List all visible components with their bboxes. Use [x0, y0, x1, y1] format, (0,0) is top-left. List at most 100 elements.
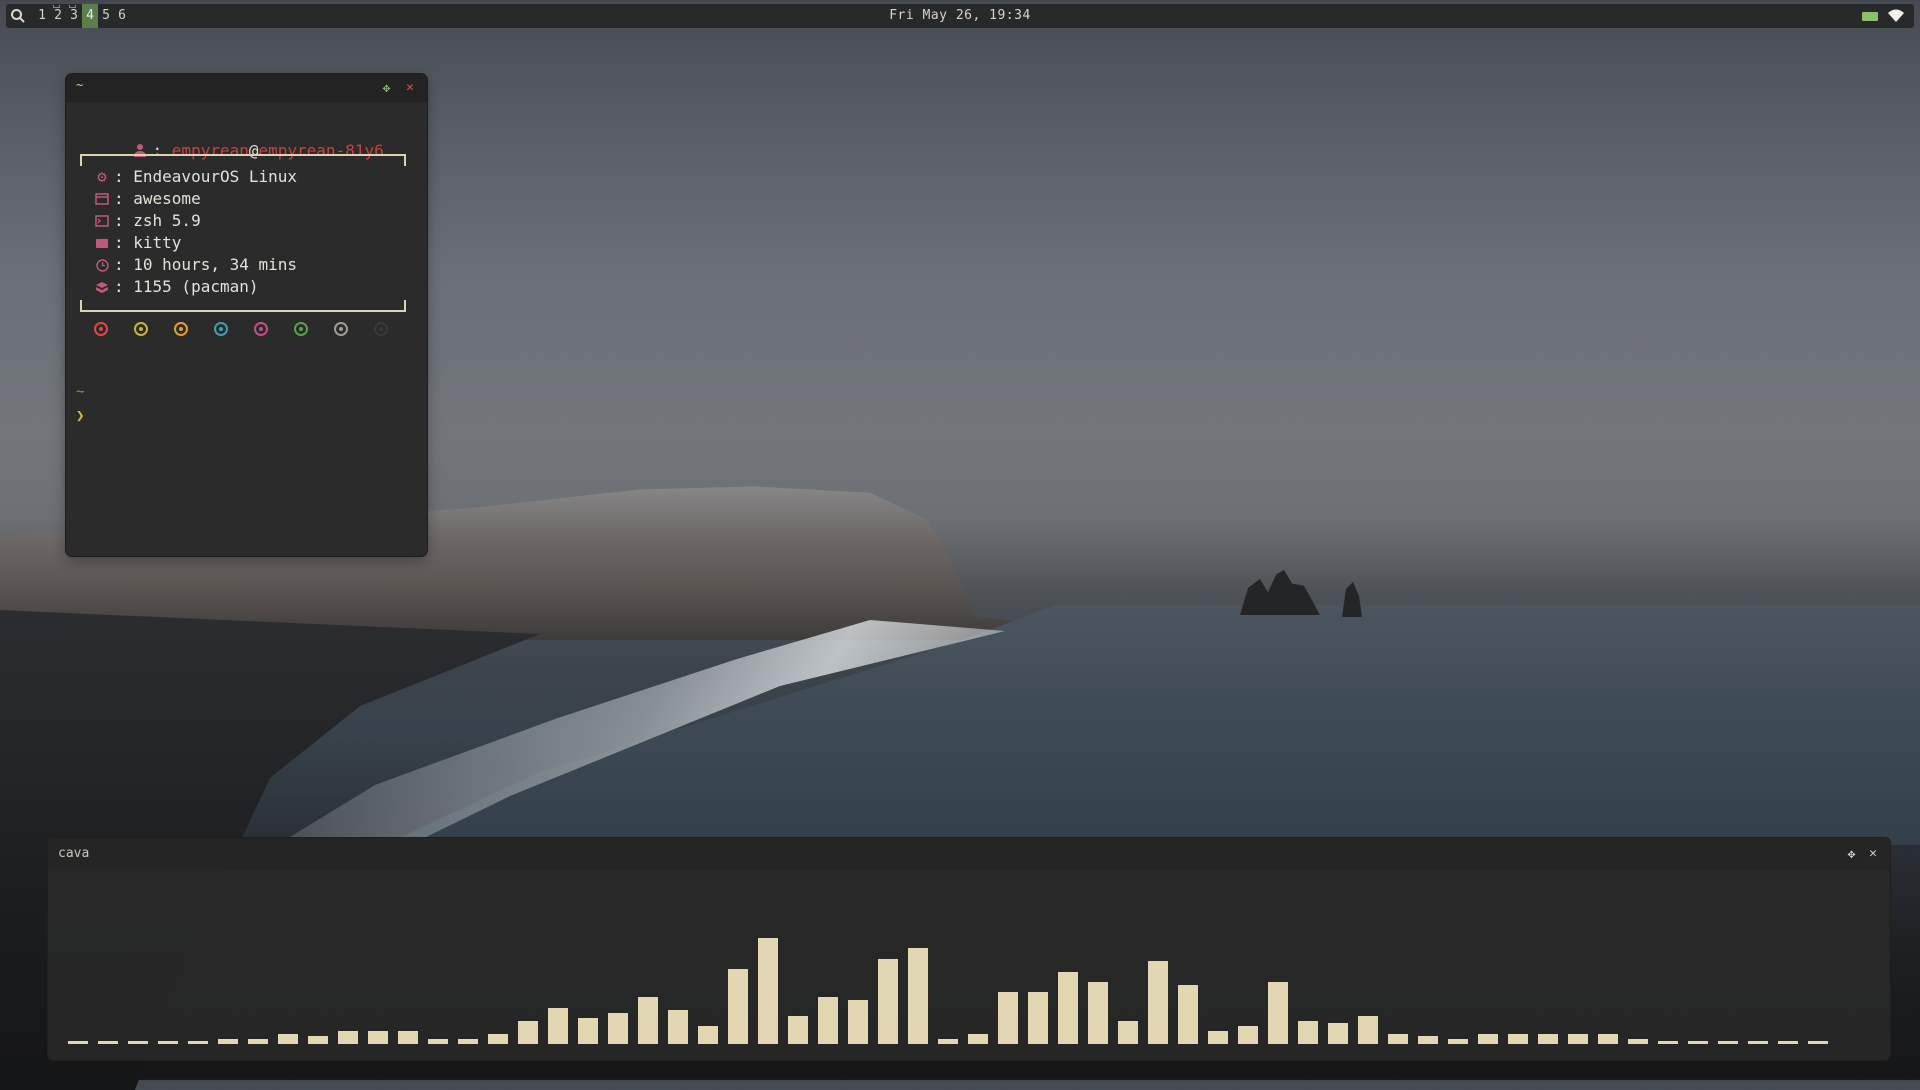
info-value: awesome — [133, 189, 201, 208]
audio-bar — [848, 1000, 868, 1044]
close-icon[interactable]: ✕ — [403, 81, 417, 95]
wifi-icon[interactable] — [1888, 9, 1904, 23]
palette-dot — [254, 322, 268, 336]
audio-bar — [668, 1010, 688, 1044]
audio-bar — [1598, 1034, 1618, 1044]
audio-bar — [188, 1041, 208, 1044]
audio-bar — [1508, 1034, 1528, 1044]
audio-bar — [1748, 1041, 1768, 1044]
gear-icon: ⚙ — [97, 167, 107, 186]
audio-bar — [1658, 1041, 1678, 1044]
audio-bar — [908, 948, 928, 1044]
audio-bar — [608, 1013, 628, 1044]
audio-bar — [158, 1041, 178, 1044]
audio-bar — [1358, 1016, 1378, 1044]
fetch-info-box: ⚙: EndeavourOS Linux : awesome : zsh 5.9… — [80, 154, 406, 312]
prompt-directory: ~ — [76, 384, 85, 400]
audio-bar — [578, 1018, 598, 1044]
audio-bar — [398, 1031, 418, 1044]
audio-bar — [548, 1008, 568, 1044]
audio-bar — [1328, 1023, 1348, 1044]
audio-bar — [458, 1039, 478, 1044]
audio-bar — [1448, 1039, 1468, 1044]
palette-dot — [214, 322, 228, 336]
info-row-uptime: : 10 hours, 34 mins — [94, 254, 297, 276]
terminal-title: ~ — [76, 78, 84, 92]
audio-bar — [1298, 1021, 1318, 1044]
audio-bar — [1808, 1041, 1828, 1044]
terminal-icon — [94, 213, 110, 229]
info-value: EndeavourOS Linux — [133, 167, 298, 186]
audio-bar — [128, 1041, 148, 1044]
audio-bar — [938, 1039, 958, 1044]
palette-dot — [294, 322, 308, 336]
info-row-shell: : zsh 5.9 — [94, 210, 297, 232]
audio-bar — [758, 938, 778, 1044]
audio-bar — [788, 1016, 808, 1044]
info-value: 1155 (pacman) — [133, 277, 259, 296]
audio-bar — [1058, 972, 1078, 1044]
info-value: 10 hours, 34 mins — [133, 255, 298, 274]
audio-bar — [1628, 1039, 1648, 1044]
audio-bar — [1778, 1041, 1798, 1044]
audio-bar — [98, 1041, 118, 1044]
audio-bar — [218, 1039, 238, 1044]
audio-bar — [1238, 1026, 1258, 1044]
audio-bar — [638, 997, 658, 1044]
audio-bar — [488, 1034, 508, 1044]
cava-title: cava — [58, 846, 90, 861]
audio-bar — [1208, 1031, 1228, 1044]
cava-window[interactable]: cava ✥ ✕ — [48, 838, 1890, 1060]
palette-dot — [94, 322, 108, 336]
audio-bar — [998, 992, 1018, 1044]
palette-dot — [174, 322, 188, 336]
audio-bar — [1568, 1034, 1588, 1044]
prompt-symbol[interactable]: ❯ — [76, 408, 84, 424]
terminal-window[interactable]: ~ ✥ ✕ : empyrean@empyrean-81y6 ⚙: Endeav… — [66, 74, 427, 556]
info-value: kitty — [133, 233, 182, 252]
audio-bar — [1538, 1034, 1558, 1044]
audio-bar — [1268, 982, 1288, 1044]
fetch-info-list: ⚙: EndeavourOS Linux : awesome : zsh 5.9… — [94, 166, 297, 298]
audio-bar — [518, 1021, 538, 1044]
battery-icon[interactable] — [1862, 12, 1878, 21]
audio-bar — [1718, 1041, 1738, 1044]
clock-icon — [94, 257, 110, 273]
audio-bar — [1688, 1041, 1708, 1044]
info-value: zsh 5.9 — [133, 211, 201, 230]
audio-bar — [1178, 985, 1198, 1044]
info-row-wm: : awesome — [94, 188, 297, 210]
audio-bar — [728, 969, 748, 1044]
palette-dot — [134, 322, 148, 336]
info-row-packages: : 1155 (pacman) — [94, 276, 297, 298]
top-bar: 1 2 3 4 5 6 Fri May 26, 19:34 — [6, 4, 1914, 28]
info-row-terminal: : kitty — [94, 232, 297, 254]
audio-bar — [278, 1034, 298, 1044]
audio-bar — [968, 1034, 988, 1044]
move-icon[interactable]: ✥ — [1845, 848, 1858, 861]
color-palette — [94, 322, 388, 336]
audio-bar — [818, 997, 838, 1044]
audio-bar — [338, 1031, 358, 1044]
audio-bar — [1118, 1021, 1138, 1044]
audio-bar — [1088, 982, 1108, 1044]
audio-bar — [248, 1039, 268, 1044]
clock[interactable]: Fri May 26, 19:34 — [6, 4, 1914, 28]
cava-titlebar[interactable]: cava ✥ ✕ — [48, 838, 1890, 870]
audio-bar — [428, 1039, 448, 1044]
audio-bar — [1478, 1034, 1498, 1044]
audio-bar — [308, 1036, 328, 1044]
close-icon[interactable]: ✕ — [1866, 847, 1880, 861]
audio-bar — [1388, 1034, 1408, 1044]
wallpaper-sea-stack — [1240, 570, 1320, 615]
move-icon[interactable]: ✥ — [380, 82, 393, 95]
wallpaper-sea-stack-small — [1342, 582, 1362, 617]
cat-icon — [94, 235, 110, 251]
audio-bar — [1418, 1036, 1438, 1044]
audio-bar — [698, 1026, 718, 1044]
info-row-os: ⚙: EndeavourOS Linux — [94, 166, 297, 188]
palette-dot — [374, 322, 388, 336]
palette-dot — [334, 322, 348, 336]
terminal-titlebar[interactable]: ~ ✥ ✕ — [66, 74, 427, 102]
audio-bar — [1028, 992, 1048, 1044]
